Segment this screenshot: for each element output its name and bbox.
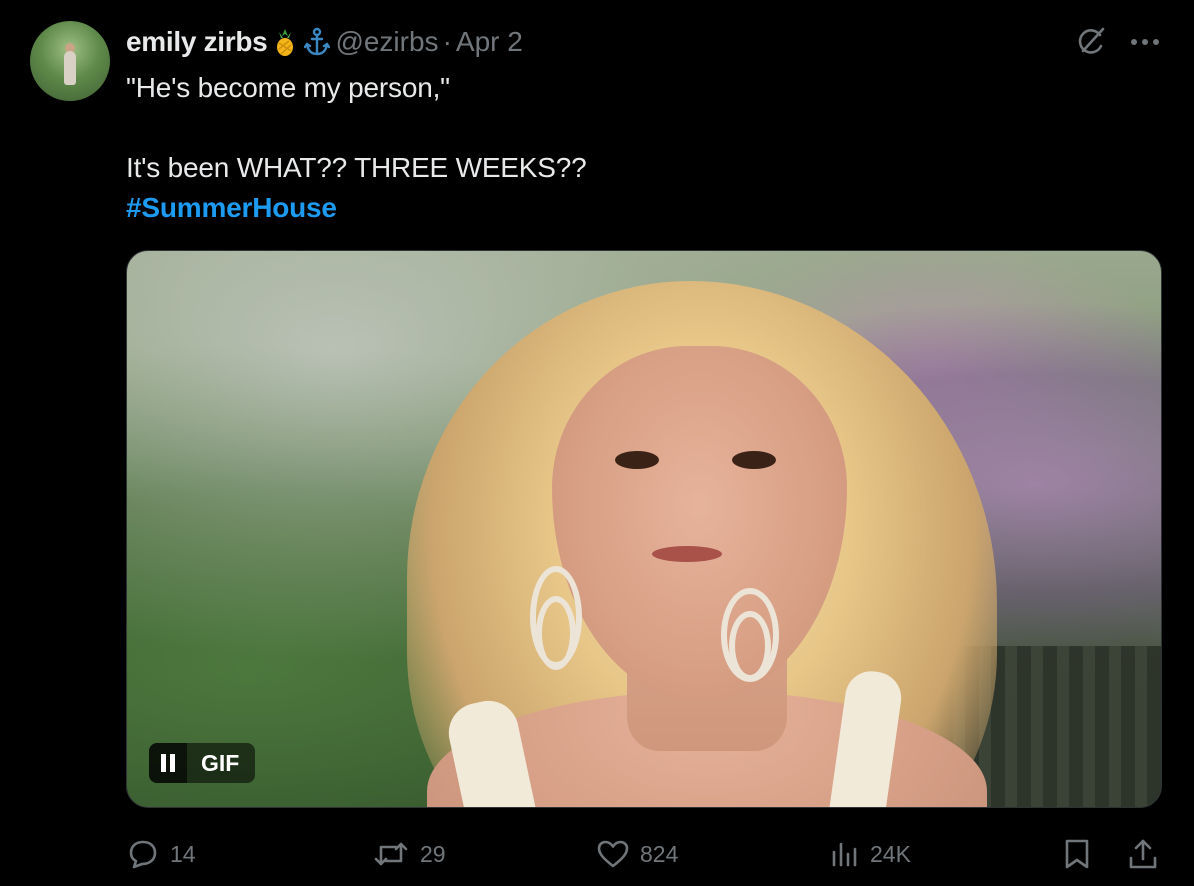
gif-subject-eye-right [732, 451, 776, 469]
reply-icon [126, 838, 160, 870]
author-name[interactable]: emily zirbs [126, 26, 268, 58]
like-button[interactable]: 824 [596, 834, 678, 874]
repost-icon [372, 839, 410, 869]
more-icon[interactable] [1130, 37, 1160, 47]
like-icon [596, 839, 630, 869]
pineapple-icon [271, 25, 299, 59]
gif-media[interactable]: GIF [126, 250, 1162, 808]
like-count: 824 [640, 840, 679, 867]
tweet-date[interactable]: Apr 2 [456, 26, 523, 58]
repost-count: 29 [420, 840, 446, 867]
bookmark-button[interactable] [1064, 834, 1090, 874]
share-button[interactable] [1128, 834, 1158, 874]
tweet-header: emily zirbs @ezirbs · Apr 2 [126, 24, 523, 60]
share-icon [1128, 838, 1158, 870]
anchor-icon [303, 25, 331, 59]
gif-subject-eye-left [615, 451, 659, 469]
action-bar: 14 29 824 24K [126, 834, 1160, 874]
tweet-text-line-2: It's been WHAT?? THREE WEEKS?? [126, 152, 587, 183]
reply-button[interactable]: 14 [126, 834, 196, 874]
views-icon [830, 839, 860, 869]
author-handle[interactable]: @ezirbs [335, 26, 438, 58]
gif-label: GIF [187, 743, 256, 783]
reply-count: 14 [170, 840, 196, 867]
avatar[interactable] [30, 21, 110, 101]
hashtag-link[interactable]: #SummerHouse [126, 188, 1026, 228]
earring-left-inner [536, 596, 576, 670]
separator-dot: · [442, 26, 452, 57]
tweet-top-controls [1074, 25, 1160, 59]
bookmark-icon [1064, 838, 1090, 870]
earring-right-inner [729, 611, 771, 681]
avatar-figure-body [64, 51, 76, 85]
grok-icon[interactable] [1074, 25, 1108, 59]
views-count: 24K [870, 840, 911, 867]
gif-badge[interactable]: GIF [149, 743, 256, 783]
gif-subject-mouth [652, 546, 722, 562]
views-button[interactable]: 24K [830, 834, 911, 874]
tweet-text-spacer [126, 108, 1026, 148]
repost-button[interactable]: 29 [372, 834, 446, 874]
pause-icon[interactable] [149, 743, 187, 783]
tweet-text: "He's become my person," It's been WHAT?… [126, 68, 1026, 228]
tweet-text-line-1: "He's become my person," [126, 72, 450, 103]
